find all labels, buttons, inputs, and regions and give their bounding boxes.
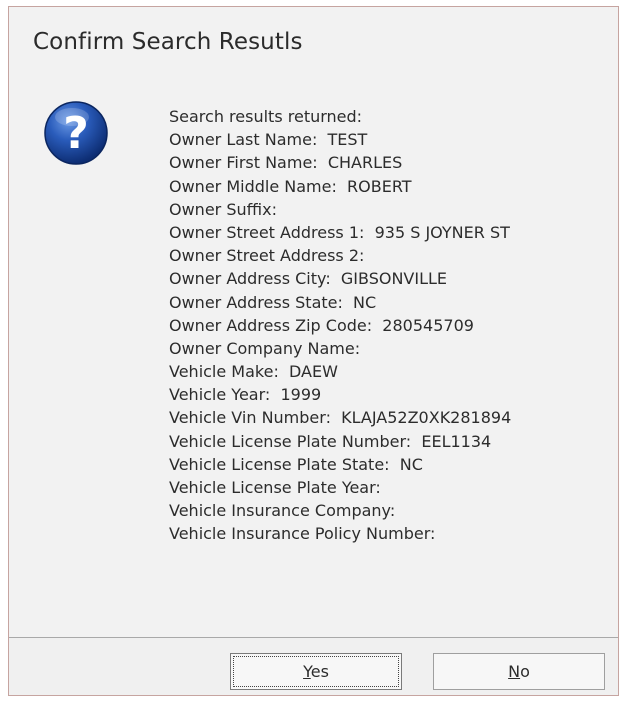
dialog-title: Confirm Search Resutls: [33, 29, 303, 55]
vehicle-make-line: Vehicle Make: DAEW: [169, 362, 338, 382]
owner-last-name-line: Owner Last Name: TEST: [169, 130, 368, 150]
owner-address-state-line: Owner Address State: NC: [169, 292, 377, 312]
owner-street-address-2-line: Owner Street Address 2:: [169, 246, 365, 266]
dialog-footer: Yes No: [9, 638, 618, 695]
vehicle-vin-line: Vehicle Vin Number: KLAJA52Z0XK281894: [169, 408, 512, 428]
yes-mnemonic: Y: [303, 662, 311, 681]
svg-text:?: ?: [63, 108, 89, 159]
confirm-dialog: Confirm Search Resutls ? Search results …: [8, 6, 619, 696]
vehicle-year-line: Vehicle Year: 1999: [169, 385, 322, 405]
owner-first-name-line: Owner First Name: CHARLES: [169, 153, 403, 173]
owner-address-zip-line: Owner Address Zip Code: 280545709: [169, 315, 474, 335]
yes-label: es: [310, 662, 329, 681]
owner-suffix-line: Owner Suffix:: [169, 199, 277, 219]
owner-company-name-line: Owner Company Name:: [169, 338, 361, 358]
vehicle-plate-number-line: Vehicle License Plate Number: EEL1134: [169, 431, 492, 451]
yes-button[interactable]: Yes: [230, 653, 402, 690]
vehicle-insurance-policy-line: Vehicle Insurance Policy Number:: [169, 524, 436, 544]
search-results-message: Search results returned: Owner Last Name…: [169, 105, 511, 546]
vehicle-plate-state-line: Vehicle License Plate State: NC: [169, 454, 423, 474]
vehicle-insurance-company-line: Vehicle Insurance Company:: [169, 501, 396, 521]
no-mnemonic: N: [508, 662, 521, 681]
no-button[interactable]: No: [433, 653, 605, 690]
message-line: Search results returned:: [169, 107, 363, 126]
owner-middle-name-line: Owner Middle Name: ROBERT: [169, 176, 412, 196]
no-label: o: [520, 662, 530, 681]
question-icon: ?: [43, 100, 109, 166]
owner-address-city-line: Owner Address City: GIBSONVILLE: [169, 269, 448, 289]
owner-street-address-1-line: Owner Street Address 1: 935 S JOYNER ST: [169, 222, 510, 242]
vehicle-plate-year-line: Vehicle License Plate Year:: [169, 478, 381, 497]
